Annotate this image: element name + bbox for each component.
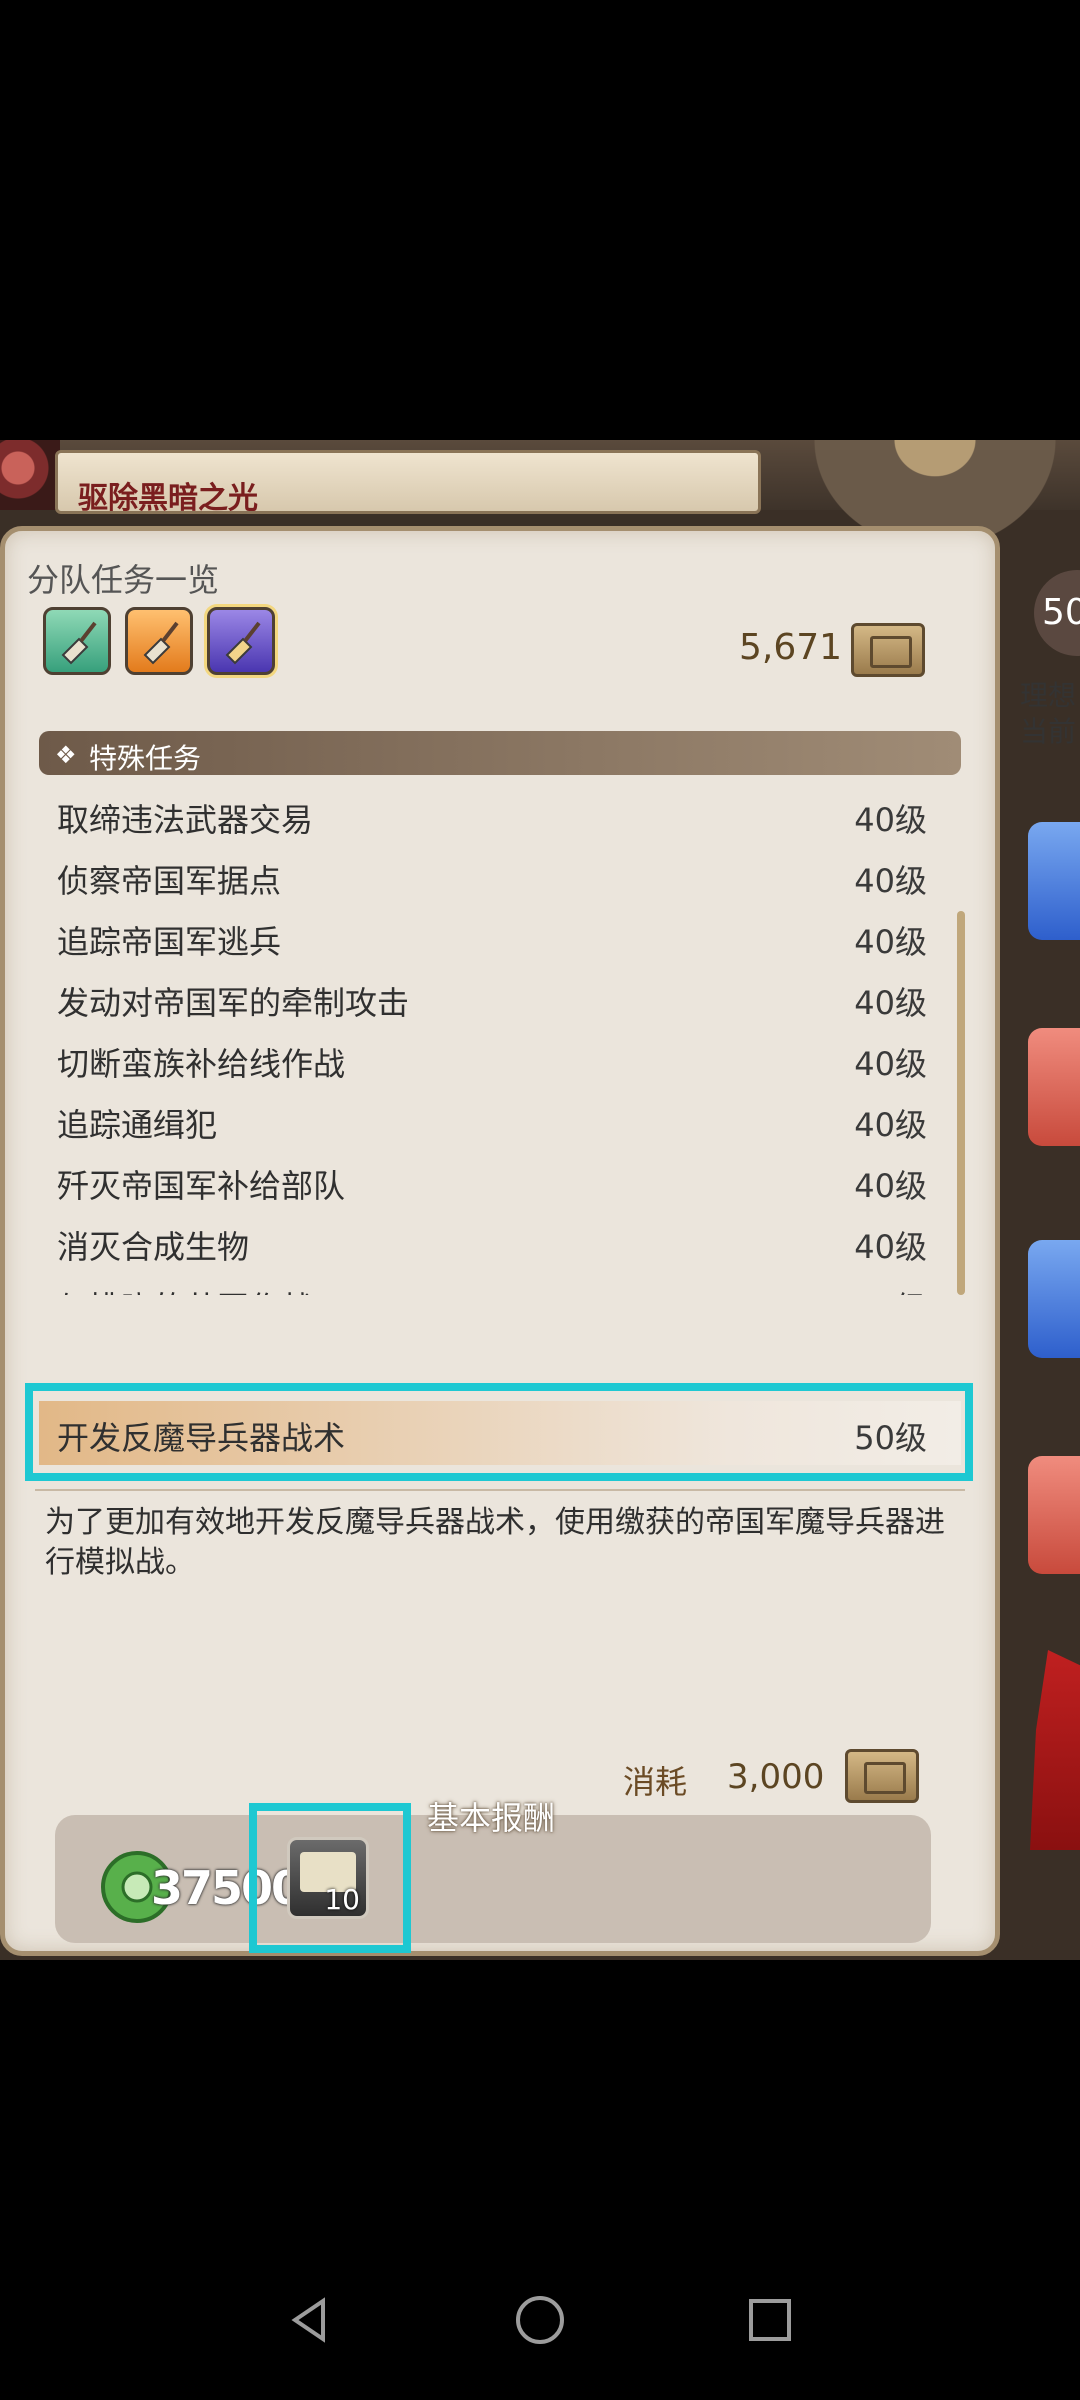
top-banner-text: 驱除黑暗之光 bbox=[78, 481, 258, 514]
top-left-ornament bbox=[0, 440, 60, 510]
reward-title: 基本报酬 bbox=[427, 1799, 556, 1837]
recents-square-icon bbox=[749, 2299, 791, 2341]
squad-member-card[interactable] bbox=[1028, 1456, 1080, 1574]
tab-mission-type-1[interactable] bbox=[43, 607, 111, 675]
character-art bbox=[1030, 1650, 1080, 1850]
mission-list[interactable]: 取缔违法武器交易 40级 侦察帝国军据点 40级 追踪帝国军逃兵 40级 发动对… bbox=[39, 785, 961, 1295]
squad-member-card[interactable] bbox=[1028, 1240, 1080, 1358]
back-triangle-icon bbox=[291, 2297, 325, 2343]
right-side-panel: 50 理想 当前 bbox=[1000, 560, 1080, 1960]
mission-level: 40级 bbox=[854, 862, 927, 900]
company-seal-icon bbox=[851, 623, 925, 677]
level-badge: 50 bbox=[1034, 570, 1080, 656]
cost-value: 3,000 bbox=[727, 1757, 825, 1797]
squad-member-card[interactable] bbox=[1028, 1028, 1080, 1146]
mission-level: 40级 bbox=[854, 1228, 927, 1266]
mission-name: 取缔违法武器交易 bbox=[57, 801, 314, 839]
selected-mission-highlight bbox=[25, 1383, 973, 1481]
mission-name: 追踪帝国军逃兵 bbox=[57, 923, 282, 961]
home-button[interactable] bbox=[500, 2280, 580, 2360]
mission-row[interactable]: 追踪通缉犯 40级 bbox=[39, 1090, 961, 1151]
mission-name: 歼灭帝国军补给部队 bbox=[57, 1167, 346, 1205]
game-screen: 驱除黑暗之光 分队任务一览 5,671 ❖ 特殊任务 取缔违法武器交易 40级 … bbox=[0, 440, 1080, 1960]
mission-name: 与拂晓的共同作战 bbox=[57, 1283, 313, 1295]
shovel-icon bbox=[225, 621, 261, 665]
tab-mission-type-2[interactable] bbox=[125, 607, 193, 675]
divider bbox=[35, 1489, 965, 1491]
mission-row[interactable]: 切断蛮族补给线作战 40级 bbox=[39, 1029, 961, 1090]
mission-level: 40级 bbox=[854, 1167, 927, 1205]
mission-level: 40级 bbox=[854, 1045, 927, 1083]
mission-row[interactable]: 与拂晓的共同作战 50级 bbox=[39, 1273, 961, 1295]
current-label: 当前 bbox=[1020, 715, 1077, 748]
company-seal-cost-icon bbox=[845, 1749, 919, 1803]
ideal-label: 理想 bbox=[1020, 679, 1077, 712]
mission-row[interactable]: 发动对帝国军的牵制攻击 40级 bbox=[39, 968, 961, 1029]
section-header: ❖ 特殊任务 bbox=[39, 731, 961, 775]
mission-description: 为了更加有效地开发反魔导兵器战术，使用缴获的帝国军魔导兵器进行模拟战。 bbox=[45, 1505, 945, 1580]
shovel-icon bbox=[61, 621, 97, 665]
mission-level: 40级 bbox=[854, 801, 927, 839]
system-nav-bar bbox=[0, 2240, 1080, 2400]
mission-name: 侦察帝国军据点 bbox=[57, 862, 282, 900]
squad-member-card[interactable] bbox=[1028, 822, 1080, 940]
mission-level: 50级 bbox=[854, 1283, 927, 1295]
shovel-icon bbox=[143, 621, 179, 665]
squadron-mission-panel: 分队任务一览 5,671 ❖ 特殊任务 取缔违法武器交易 40级 侦察帝国军据点… bbox=[0, 526, 1000, 1956]
recents-button[interactable] bbox=[730, 2280, 810, 2360]
mission-tabs bbox=[43, 607, 275, 675]
mission-row[interactable]: 消灭合成生物 40级 bbox=[39, 1212, 961, 1273]
panel-title: 分队任务一览 bbox=[27, 561, 220, 599]
mission-row[interactable]: 侦察帝国军据点 40级 bbox=[39, 846, 961, 907]
mission-level: 40级 bbox=[854, 984, 927, 1022]
cost-label: 消耗 bbox=[623, 1763, 688, 1801]
company-seals-value: 5,671 bbox=[739, 627, 843, 668]
reward-item-highlight bbox=[249, 1803, 411, 1953]
mission-name: 消灭合成生物 bbox=[57, 1228, 250, 1266]
mission-list-scrollbar[interactable] bbox=[957, 911, 965, 1295]
mission-name: 追踪通缉犯 bbox=[57, 1106, 218, 1144]
section-label: 特殊任务 bbox=[89, 742, 202, 775]
mission-level: 40级 bbox=[854, 1106, 927, 1144]
mission-row[interactable]: 取缔违法武器交易 40级 bbox=[39, 785, 961, 846]
mission-name: 发动对帝国军的牵制攻击 bbox=[57, 984, 410, 1022]
mission-row[interactable]: 歼灭帝国军补给部队 40级 bbox=[39, 1151, 961, 1212]
mission-name: 切断蛮族补给线作战 bbox=[57, 1045, 346, 1083]
top-banner: 驱除黑暗之光 bbox=[55, 450, 761, 514]
tab-mission-type-3[interactable] bbox=[207, 607, 275, 675]
section-diamond-icon: ❖ bbox=[55, 741, 77, 769]
back-button[interactable] bbox=[270, 2280, 350, 2360]
mission-level: 40级 bbox=[854, 923, 927, 961]
home-circle-icon bbox=[516, 2296, 564, 2344]
mission-row[interactable]: 追踪帝国军逃兵 40级 bbox=[39, 907, 961, 968]
